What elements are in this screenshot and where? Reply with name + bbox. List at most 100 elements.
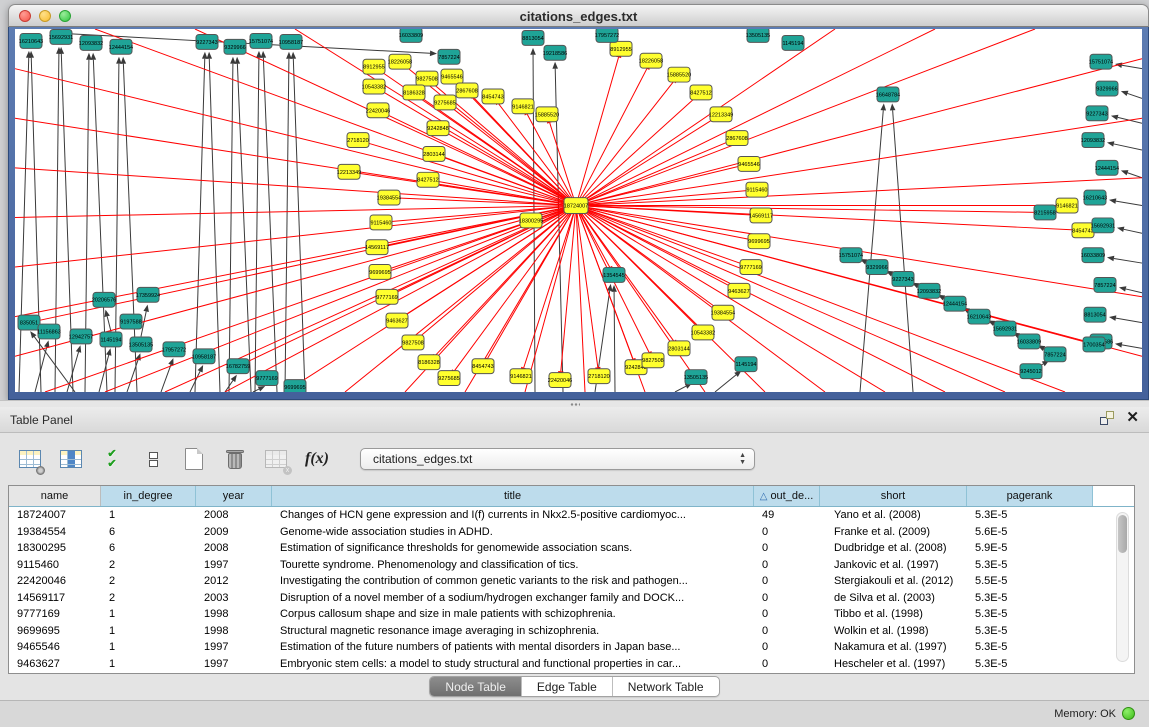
table-cell[interactable]: Wolkin et al. (1998) xyxy=(820,625,967,637)
table-cell[interactable]: Franke et al. (2009) xyxy=(820,526,967,538)
scrollbar-thumb[interactable] xyxy=(1118,515,1127,553)
table-cell[interactable]: 2 xyxy=(101,592,196,604)
table-cell[interactable]: 2008 xyxy=(196,509,272,521)
table-row[interactable]: 1938455462009Genome-wide association stu… xyxy=(9,524,1093,541)
column-header-pagerank[interactable]: pagerank xyxy=(967,486,1093,506)
table-cell[interactable]: 9777169 xyxy=(9,608,101,620)
table-cell[interactable]: Stergiakouli et al. (2012) xyxy=(820,575,967,587)
table-cell[interactable]: 2008 xyxy=(196,542,272,554)
table-cell[interactable]: Structural magnetic resonance image aver… xyxy=(272,625,754,637)
table-vertical-scrollbar[interactable] xyxy=(1116,512,1129,662)
table-cell[interactable]: 2 xyxy=(101,559,196,571)
table-cell[interactable]: 2012 xyxy=(196,575,272,587)
table-cell[interactable]: 1998 xyxy=(196,608,272,620)
table-cell[interactable]: 6 xyxy=(101,542,196,554)
table-cell[interactable]: 1998 xyxy=(196,625,272,637)
table-cell[interactable]: 6 xyxy=(101,526,196,538)
table-cell[interactable]: 18300295 xyxy=(9,542,101,554)
table-cell[interactable]: Corpus callosum shape and size in male p… xyxy=(272,608,754,620)
table-cell[interactable]: Estimation of the future numbers of pati… xyxy=(272,641,754,653)
table-cell[interactable]: 5.3E-5 xyxy=(967,509,1093,521)
table-cell[interactable]: 2 xyxy=(101,575,196,587)
tab-network-table[interactable]: Network Table xyxy=(613,677,719,696)
select-columns-icon[interactable]: ✔✔ xyxy=(98,445,126,473)
table-cell[interactable]: 5.9E-5 xyxy=(967,542,1093,554)
table-cell[interactable]: 19384554 xyxy=(9,526,101,538)
table-cell[interactable]: Nakamura et al. (1997) xyxy=(820,641,967,653)
close-panel-icon[interactable]: ✕ xyxy=(1126,411,1139,425)
column-header-in_degree[interactable]: in_degree xyxy=(101,486,196,506)
table-cell[interactable]: 1 xyxy=(101,625,196,637)
table-cell[interactable]: 22420046 xyxy=(9,575,101,587)
table-cell[interactable]: 5.6E-5 xyxy=(967,526,1093,538)
create-table-icon[interactable] xyxy=(180,445,208,473)
table-row[interactable]: 1872400712008Changes of HCN gene express… xyxy=(9,507,1093,524)
table-cell[interactable]: 9465546 xyxy=(9,641,101,653)
table-cell[interactable]: 9463627 xyxy=(9,658,101,670)
table-cell[interactable]: 5.5E-5 xyxy=(967,575,1093,587)
column-header-name[interactable]: name xyxy=(9,486,101,506)
table-cell[interactable]: 5.3E-5 xyxy=(967,641,1093,653)
table-cell[interactable]: 2009 xyxy=(196,526,272,538)
table-cell[interactable]: 1 xyxy=(101,608,196,620)
table-cell[interactable]: 5.3E-5 xyxy=(967,559,1093,571)
table-row[interactable]: 946362711997Embryonic stem cells: a mode… xyxy=(9,656,1093,673)
table-row[interactable]: 977716911998Corpus callosum shape and si… xyxy=(9,606,1093,623)
table-cell[interactable]: Estimation of significance thresholds fo… xyxy=(272,542,754,554)
delete-icon[interactable] xyxy=(221,445,249,473)
table-cell[interactable]: 1997 xyxy=(196,559,272,571)
table-cell[interactable]: 0 xyxy=(754,592,820,604)
table-mode-icon[interactable] xyxy=(16,445,44,473)
tab-node-table[interactable]: Node Table xyxy=(430,677,522,696)
table-cell[interactable]: 5.3E-5 xyxy=(967,658,1093,670)
column-header-out_de[interactable]: △out_de... xyxy=(754,486,820,506)
table-cell[interactable]: Genome-wide association studies in ADHD. xyxy=(272,526,754,538)
column-header-title[interactable]: title xyxy=(272,486,754,506)
table-cell[interactable]: 49 xyxy=(754,509,820,521)
table-cell[interactable]: Dudbridge et al. (2008) xyxy=(820,542,967,554)
table-cell[interactable]: Tourette syndrome. Phenomenology and cla… xyxy=(272,559,754,571)
row-height-icon[interactable] xyxy=(139,445,167,473)
table-cell[interactable]: 1997 xyxy=(196,641,272,653)
table-selector-dropdown[interactable]: citations_edges.txt ▲▼ xyxy=(360,448,755,470)
table-cell[interactable]: 1997 xyxy=(196,658,272,670)
table-cell[interactable]: 9699695 xyxy=(9,625,101,637)
memory-indicator-icon[interactable] xyxy=(1122,707,1135,720)
show-column-icon[interactable] xyxy=(57,445,85,473)
table-cell[interactable]: 0 xyxy=(754,559,820,571)
table-cell[interactable]: Changes of HCN gene expression and I(f) … xyxy=(272,509,754,521)
table-cell[interactable]: Embryonic stem cells: a model to study s… xyxy=(272,658,754,670)
function-builder-icon[interactable]: f(x) xyxy=(303,445,331,473)
table-cell[interactable]: 0 xyxy=(754,625,820,637)
table-cell[interactable]: 5.3E-5 xyxy=(967,592,1093,604)
table-cell[interactable]: 5.3E-5 xyxy=(967,625,1093,637)
table-cell[interactable]: 1 xyxy=(101,509,196,521)
table-cell[interactable]: 5.3E-5 xyxy=(967,608,1093,620)
table-cell[interactable]: Disruption of a novel member of a sodium… xyxy=(272,592,754,604)
table-cell[interactable]: 2003 xyxy=(196,592,272,604)
table-row[interactable]: 946554611997Estimation of the future num… xyxy=(9,639,1093,656)
window-titlebar[interactable]: citations_edges.txt xyxy=(8,4,1149,27)
table-row[interactable]: 2242004622012Investigating the contribut… xyxy=(9,573,1093,590)
table-cell[interactable]: de Silva et al. (2003) xyxy=(820,592,967,604)
table-cell[interactable]: 0 xyxy=(754,526,820,538)
table-cell[interactable]: 0 xyxy=(754,542,820,554)
table-row[interactable]: 969969511998Structural magnetic resonanc… xyxy=(9,623,1093,640)
column-header-year[interactable]: year xyxy=(196,486,272,506)
table-cell[interactable]: Hescheler et al. (1997) xyxy=(820,658,967,670)
tab-edge-table[interactable]: Edge Table xyxy=(522,677,613,696)
table-cell[interactable]: 18724007 xyxy=(9,509,101,521)
float-panel-icon[interactable] xyxy=(1100,411,1114,425)
table-cell[interactable]: 0 xyxy=(754,658,820,670)
table-cell[interactable]: Investigating the contribution of common… xyxy=(272,575,754,587)
panel-splitter[interactable] xyxy=(0,400,1149,407)
table-row[interactable]: 911546021997Tourette syndrome. Phenomeno… xyxy=(9,557,1093,574)
table-cell[interactable]: 0 xyxy=(754,575,820,587)
table-cell[interactable]: 0 xyxy=(754,608,820,620)
table-cell[interactable]: 0 xyxy=(754,641,820,653)
table-cell[interactable]: 1 xyxy=(101,641,196,653)
table-cell[interactable]: 14569117 xyxy=(9,592,101,604)
table-row[interactable]: 1830029562008Estimation of significance … xyxy=(9,540,1093,557)
table-cell[interactable]: 1 xyxy=(101,658,196,670)
table-cell[interactable]: Jankovic et al. (1997) xyxy=(820,559,967,571)
